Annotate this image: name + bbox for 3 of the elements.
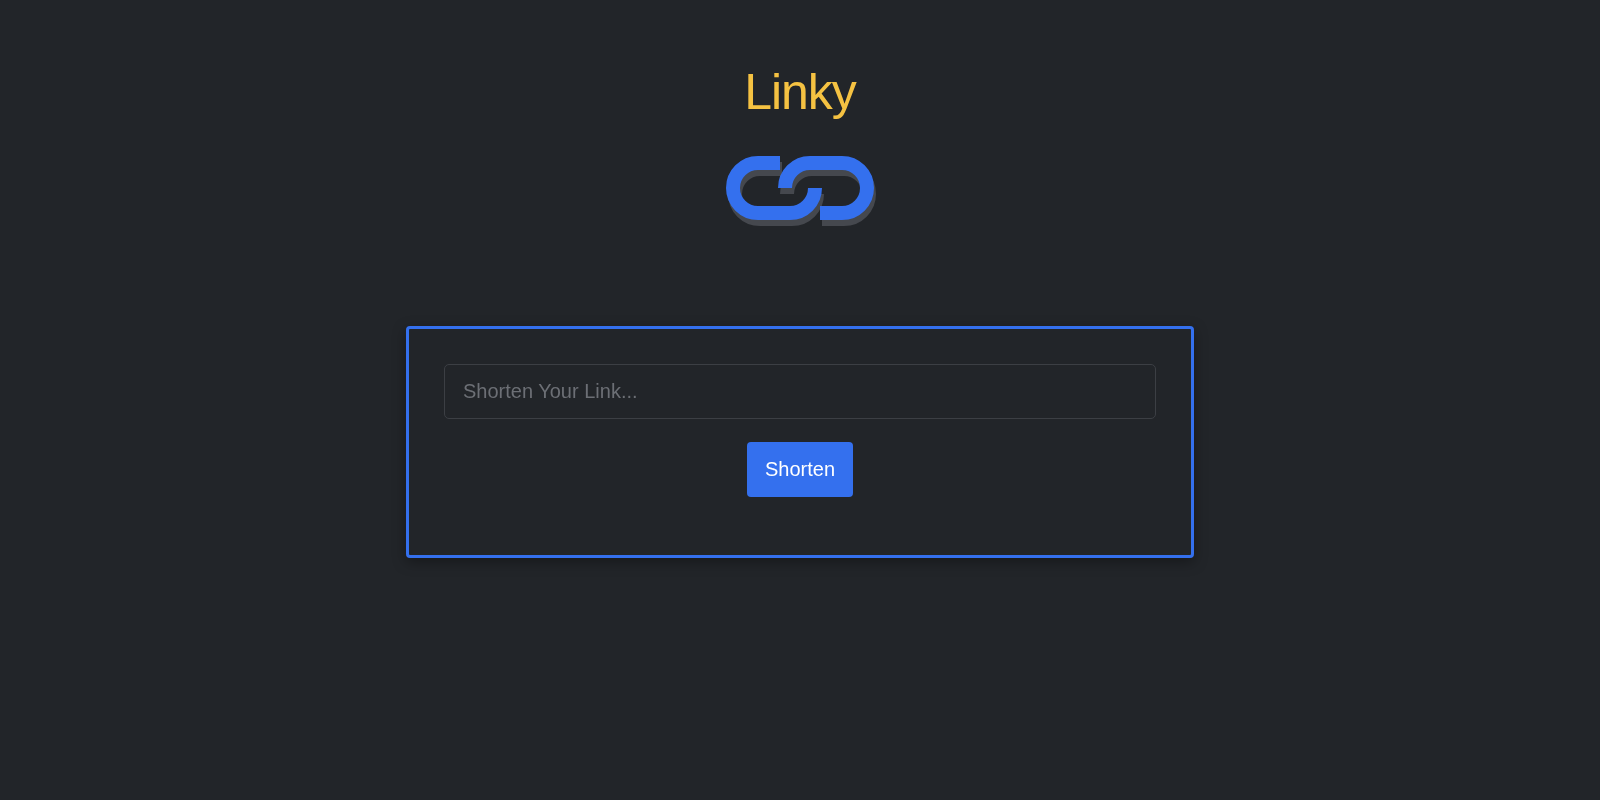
app-title: Linky [744, 63, 856, 122]
link-input-field[interactable]: Shorten Your Link... [444, 364, 1156, 419]
shorten-button[interactable]: Shorten [746, 442, 854, 497]
